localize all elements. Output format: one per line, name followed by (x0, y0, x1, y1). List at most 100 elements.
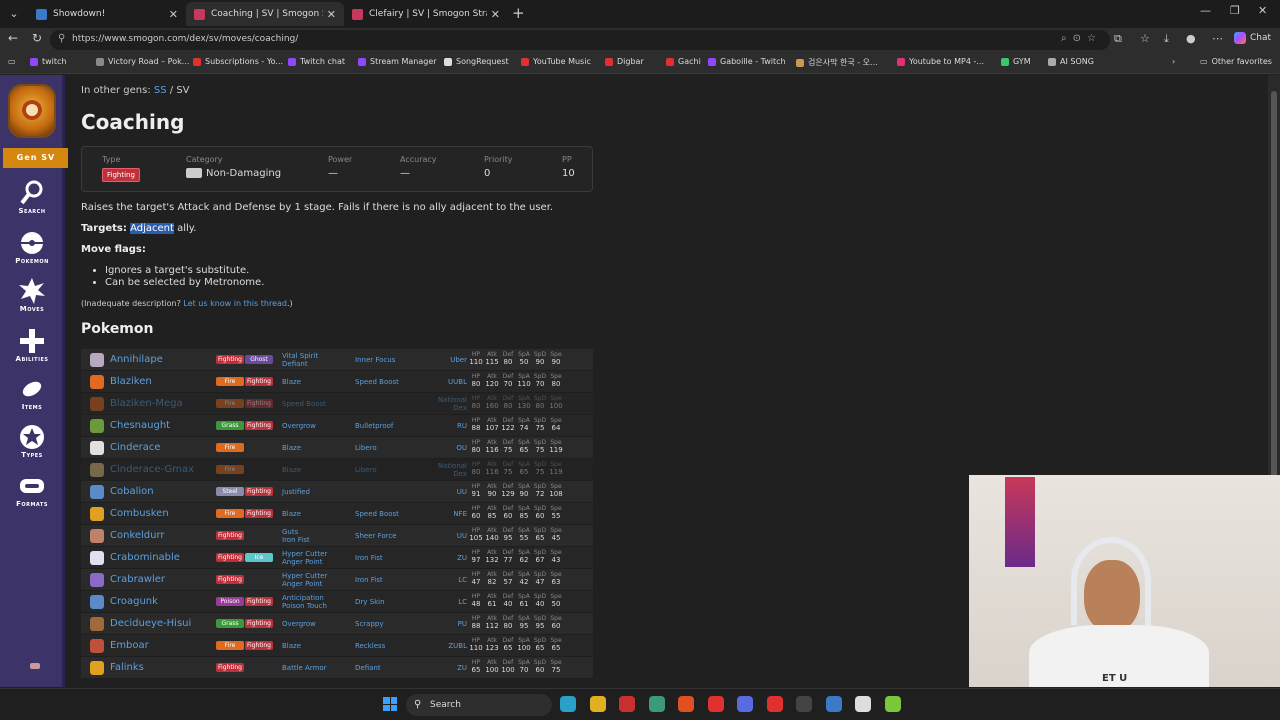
tier-link[interactable]: UUBL (427, 371, 467, 393)
ability-link[interactable]: Blaze (282, 444, 352, 452)
pokemon-name-link[interactable]: Crabominable (110, 552, 180, 563)
pokemon-sprite-icon[interactable] (90, 375, 104, 389)
hidden-ability-link[interactable]: Scrappy (355, 620, 384, 628)
pokemon-sprite-icon[interactable] (90, 463, 104, 477)
type-badge[interactable]: Fighting (245, 377, 273, 386)
sidebar-item-types[interactable]: Types (3, 423, 61, 459)
type-badge[interactable]: Fighting (216, 355, 244, 364)
obs-icon[interactable] (796, 696, 812, 712)
ability-link[interactable]: Anticipation (282, 594, 352, 602)
pokemon-name-link[interactable]: Annihilape (110, 354, 163, 365)
ability-link[interactable]: Vital Spirit (282, 352, 352, 360)
type-badge[interactable]: Fighting (216, 531, 244, 540)
ability-link[interactable]: Justified (282, 488, 352, 496)
bookmark-item[interactable]: twitch (30, 57, 67, 66)
type-badge[interactable]: Fire (216, 443, 244, 452)
hidden-ability-link[interactable]: Libero (355, 444, 377, 452)
bookmark-item[interactable]: AI SONG (1048, 57, 1094, 66)
bookmark-item[interactable]: Youtube to MP4 -... (897, 57, 984, 66)
type-badge[interactable]: Ghost (245, 355, 273, 364)
type-badge[interactable]: Fighting (216, 553, 244, 562)
refresh-icon[interactable]: ↻ (32, 31, 42, 45)
type-badge[interactable]: Fighting (245, 509, 273, 518)
folder-icon[interactable] (589, 696, 606, 712)
gen-selector-button[interactable]: Gen SV (3, 148, 69, 168)
hidden-ability-link[interactable]: Inner Focus (355, 356, 395, 364)
ability-link[interactable]: Guts (282, 528, 352, 536)
hidden-ability-link[interactable]: Sheer Force (355, 532, 397, 540)
type-badge[interactable]: Fire (216, 509, 244, 518)
pokemon-sprite-icon[interactable] (90, 551, 104, 565)
tier-link[interactable]: ZU (427, 657, 467, 679)
pokemon-sprite-icon[interactable] (90, 353, 104, 367)
bookmark-item[interactable]: 검은사막 한국 - 오... (796, 57, 878, 68)
pokemon-sprite-icon[interactable] (90, 595, 104, 609)
type-badge[interactable]: Fighting (245, 641, 273, 650)
favorites-icon[interactable]: ☆ (1140, 32, 1150, 45)
tier-link[interactable]: UU (427, 481, 467, 503)
type-badge[interactable]: Fighting (245, 597, 273, 606)
type-badge[interactable]: Fighting (245, 619, 273, 628)
close-icon[interactable]: ✕ (327, 8, 336, 21)
type-badge[interactable]: Fighting (245, 487, 273, 496)
bookmark-item[interactable]: GYM (1001, 57, 1031, 66)
pokemon-sprite-icon[interactable] (90, 661, 104, 675)
ability-link[interactable]: Overgrow (282, 620, 352, 628)
tier-link[interactable]: PU (427, 613, 467, 635)
ability-link[interactable]: Poison Touch (282, 602, 352, 610)
extensions-icon[interactable]: ⧉ (1114, 32, 1122, 46)
bookmark-item[interactable]: YouTube Music (521, 57, 591, 66)
close-window-icon[interactable]: ✕ (1258, 4, 1267, 17)
sidebar-item-abilities[interactable]: Abilities (3, 327, 61, 363)
tier-link[interactable]: RU (427, 415, 467, 437)
hidden-ability-link[interactable]: Reckless (355, 642, 385, 650)
tab-clefairy[interactable]: Clefairy | SV | Smogon Strategy Pokedex … (344, 2, 508, 26)
type-badge[interactable]: Fighting (245, 399, 273, 408)
site-info-icon[interactable]: ⚲ (58, 33, 65, 44)
pokemon-sprite-icon[interactable] (90, 397, 104, 411)
pokemon-name-link[interactable]: Croagunk (110, 596, 158, 607)
other-favorites[interactable]: ▭ Other favorites (1200, 57, 1272, 66)
profile-avatar-icon[interactable]: ● (1186, 32, 1196, 45)
bookmark-item[interactable]: Gachi (666, 57, 701, 66)
record-icon[interactable] (619, 696, 635, 712)
type-badge[interactable]: Fighting (216, 575, 244, 584)
back-arrow-icon[interactable]: ← (8, 31, 18, 45)
hidden-ability-link[interactable]: Iron Fist (355, 554, 383, 562)
ability-link[interactable]: Battle Armor (282, 664, 352, 672)
pokemon-sprite-icon[interactable] (90, 485, 104, 499)
pokemon-name-link[interactable]: Falinks (110, 662, 144, 673)
bookmark-item[interactable]: Twitch chat (288, 57, 345, 66)
bookmarks-panel-icon[interactable]: ▭ (8, 57, 16, 66)
windows-start-icon[interactable] (383, 697, 397, 711)
sidebar-item-items[interactable]: Items (3, 375, 61, 411)
pokemon-sprite-icon[interactable] (90, 441, 104, 455)
new-tab-plus-icon[interactable]: + (512, 4, 525, 22)
sidebar-item-moves[interactable]: Moves (3, 277, 61, 313)
downloads-icon[interactable]: ⤓ (1164, 32, 1169, 46)
pokemon-sprite-icon[interactable] (90, 507, 104, 521)
bookmark-item[interactable]: Subscriptions - Yo... (193, 57, 283, 66)
ability-link[interactable]: Hyper Cutter (282, 572, 352, 580)
gen-link-ss[interactable]: SS (154, 85, 167, 96)
ability-link[interactable]: Iron Fist (282, 536, 352, 544)
type-badge[interactable]: Fire (216, 641, 244, 650)
tier-link[interactable]: UU (427, 525, 467, 547)
bluestacks-icon[interactable] (884, 696, 901, 712)
type-badge[interactable]: Ice (245, 553, 273, 562)
tier-link[interactable]: National Dex (427, 459, 467, 481)
type-badge[interactable]: Grass (216, 421, 244, 430)
ability-link[interactable]: Speed Boost (282, 400, 352, 408)
pokemon-name-link[interactable]: Blaziken (110, 376, 152, 387)
vscode-icon[interactable] (825, 696, 842, 712)
tier-link[interactable]: LC (427, 569, 467, 591)
tab-actions-menu[interactable]: ⌄ (4, 4, 24, 24)
bookmark-item[interactable]: Digbar (605, 57, 644, 66)
opera-icon[interactable] (766, 696, 783, 712)
address-bar-icons[interactable]: ⌕⊙☆ (1061, 33, 1102, 44)
smogon-logo-icon[interactable] (8, 84, 56, 138)
type-badge[interactable]: Fighting (245, 421, 273, 430)
close-icon[interactable]: ✕ (169, 8, 178, 21)
pokemon-name-link[interactable]: Chesnaught (110, 420, 170, 431)
hidden-ability-link[interactable]: Dry Skin (355, 598, 385, 606)
